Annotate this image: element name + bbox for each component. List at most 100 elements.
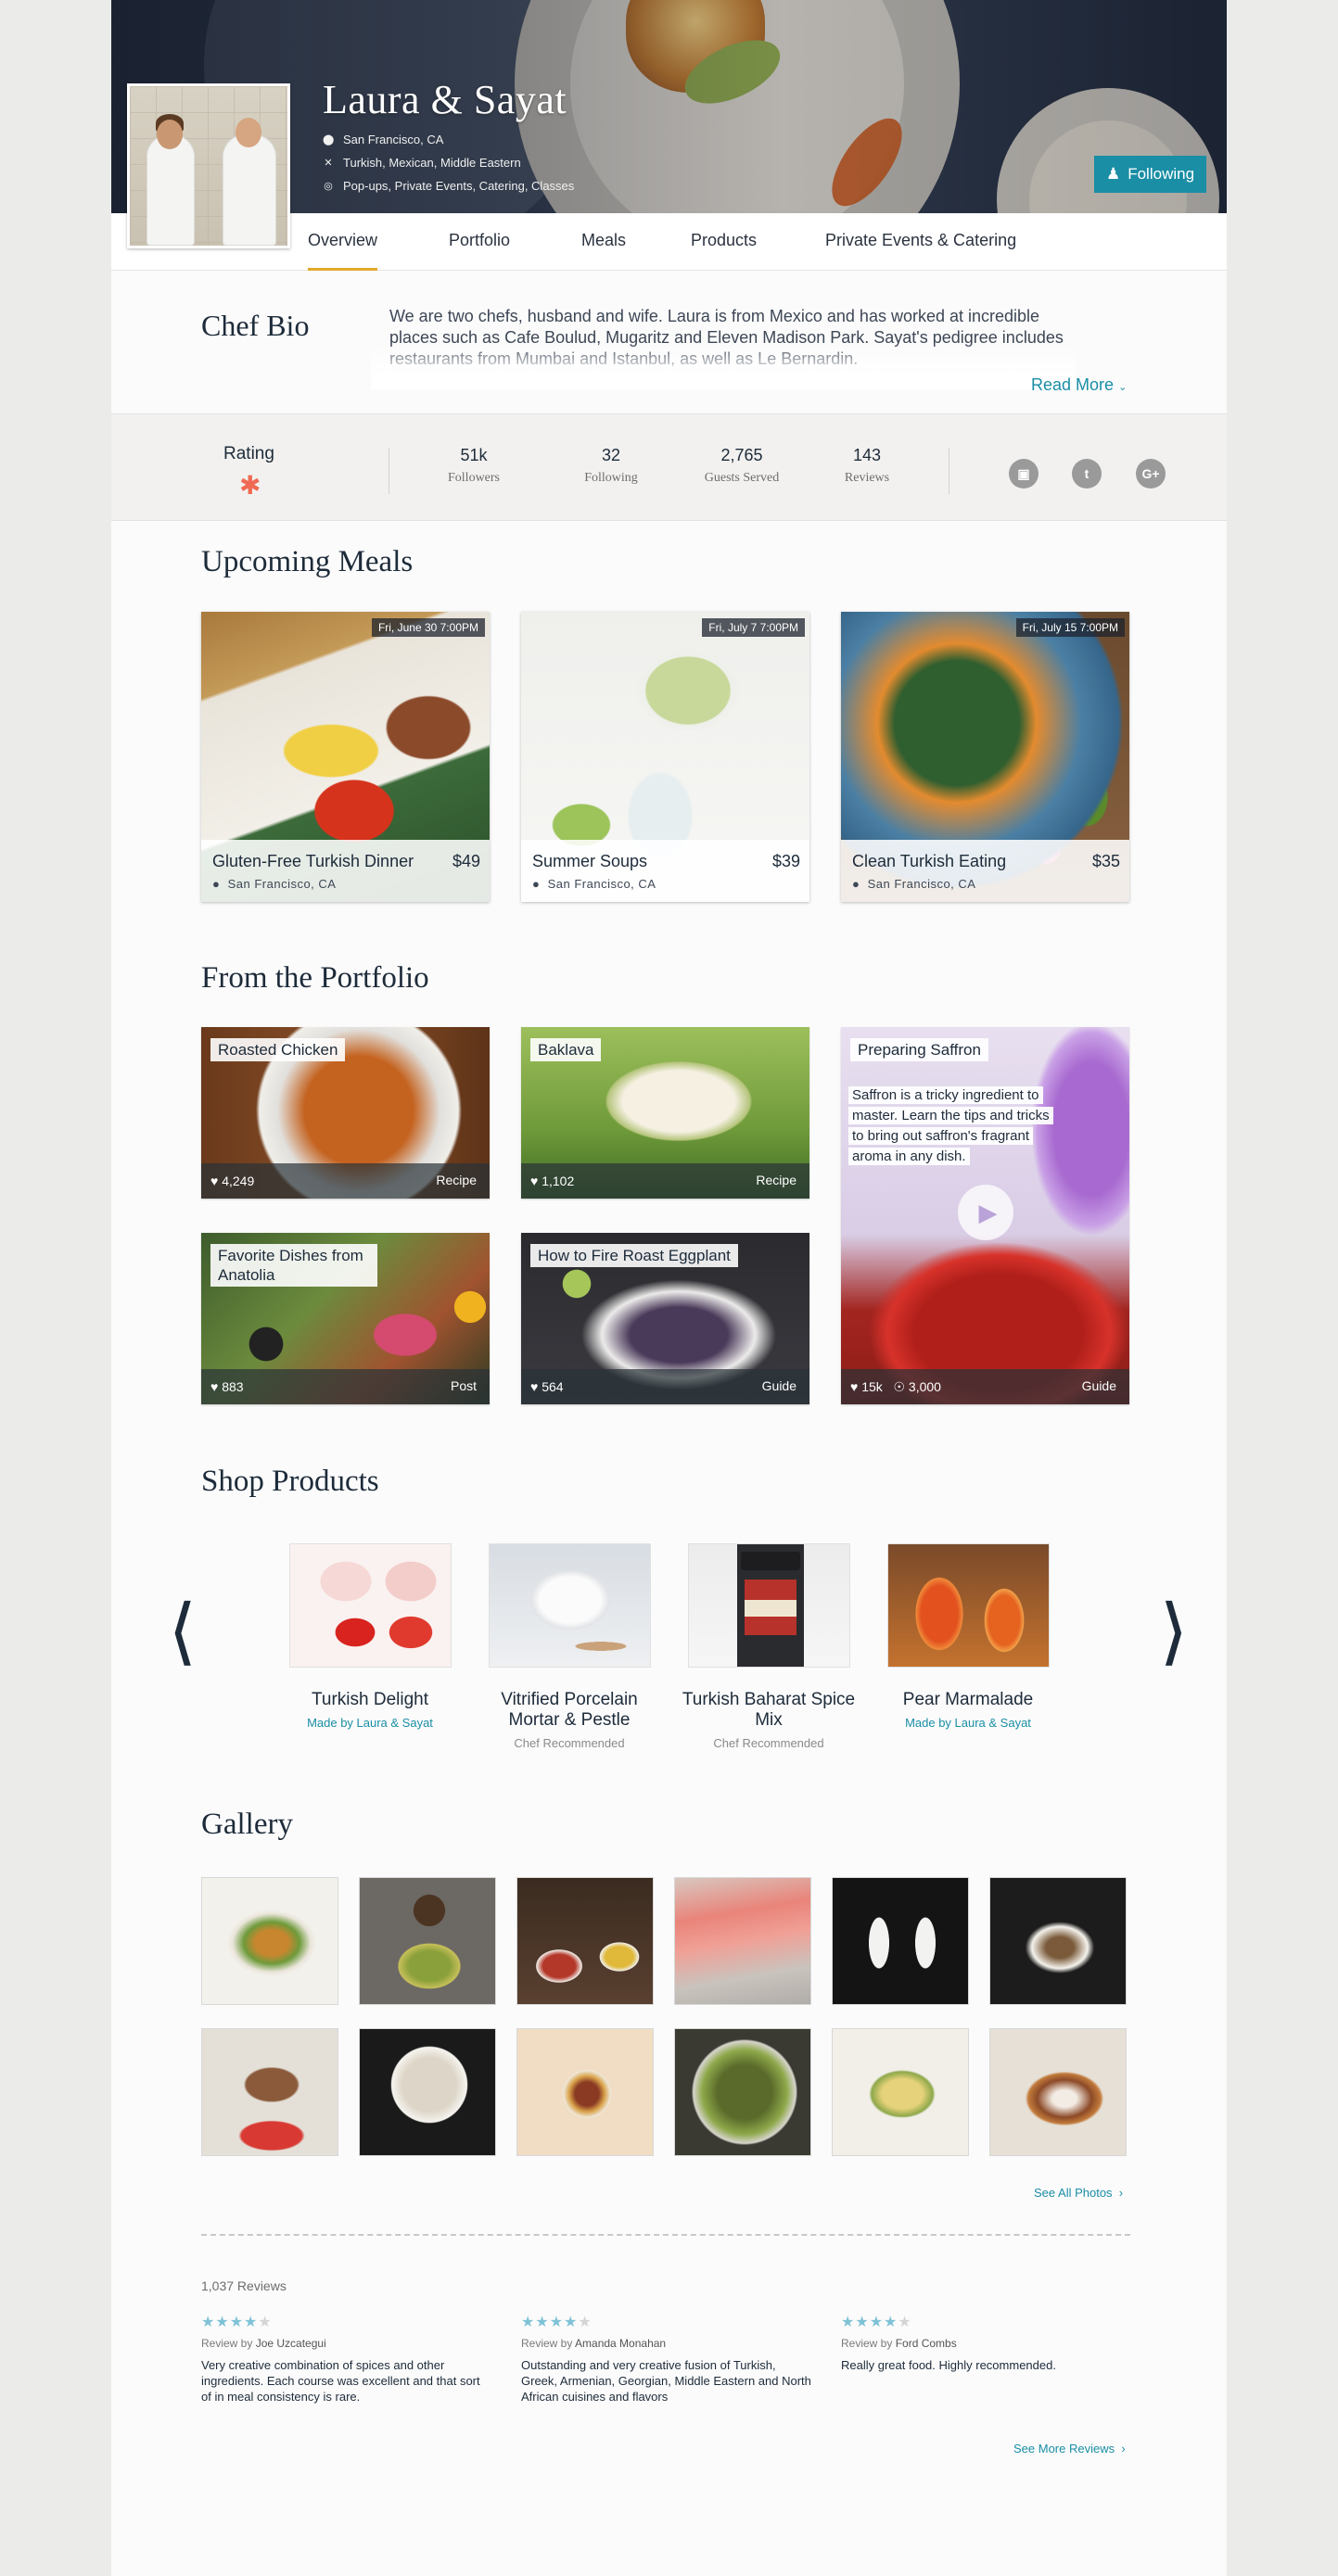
meal-price: $49 [452,852,480,870]
meal-date: Fri, July 7 7:00PM [702,618,805,637]
portfolio-card-title: Baklava [530,1038,602,1061]
read-more-link[interactable]: Read More ⌄ [1031,375,1127,395]
review-by-prefix: Review by [521,2337,573,2350]
tab-products[interactable]: Products [691,213,757,271]
heart-icon: ♥ [210,1379,219,1394]
chef-avatar[interactable] [127,83,290,248]
see-more-label: See More Reviews [1013,2442,1115,2455]
meal-location: San Francisco, CA [867,877,976,891]
gallery-photo[interactable] [516,2028,654,2156]
gallery-photo[interactable] [832,2028,969,2156]
see-all-photos-link[interactable]: See All Photos › [1034,2186,1123,2200]
play-icon[interactable]: ▶ [958,1185,1013,1240]
portfolio-card[interactable]: How to Fire Roast Eggplant ♥ 564 Guide [521,1233,809,1404]
portfolio-card-title: Favorite Dishes from Anatolia [210,1244,377,1287]
review-author[interactable]: Joe Uzcategui [256,2337,326,2350]
review-by-prefix: Review by [841,2337,893,2350]
review-author[interactable]: Ford Combs [896,2337,957,2350]
gallery-photo[interactable] [359,1877,496,2005]
review-text: Very creative combination of spices and … [201,2358,480,2404]
likes-count: 883 [222,1379,244,1394]
tab-overview[interactable]: Overview [308,213,378,271]
gallery-photo[interactable] [359,2028,496,2156]
product-name: Vitrified Porcelain Mortar & Pestle [501,1690,638,1730]
stat-value: 143 [852,446,882,464]
product-card[interactable]: Turkish Delight Made by Laura & Sayat [277,1543,463,1730]
gallery-photo[interactable] [674,2028,811,2156]
stat-label: Reviews [844,471,890,485]
following-button[interactable]: ♟ Following [1094,156,1206,193]
stat-followers[interactable]: 51k Followers [418,446,529,486]
carousel-prev-arrow-icon[interactable]: ❮ [171,1590,195,1666]
meal-price: $39 [771,852,800,870]
portfolio-card-type: Guide [761,1378,796,1393]
product-card[interactable]: Pear Marmalade Made by Laura & Sayat [875,1543,1061,1730]
chevron-right-icon: › [1117,2442,1126,2455]
portfolio-card-title: How to Fire Roast Eggplant [530,1244,738,1267]
star-rating: ★★★★★ [841,2315,912,2330]
meal-card[interactable]: Fri, July 7 7:00PM Summer Soups $39 ● Sa… [521,612,809,902]
meal-price: $35 [1091,852,1120,870]
product-badge: Chef Recommended [514,1736,625,1750]
gallery-photo[interactable] [989,2028,1127,2156]
instagram-icon[interactable]: ▣ [1009,459,1039,489]
stats-bar: Rating ✱ 51k Followers 32 Following 2,76… [111,413,1227,521]
stat-following[interactable]: 32 Following [555,446,667,486]
likes-count: 4,249 [222,1174,255,1188]
heart-icon: ♥ [530,1379,539,1394]
location-pin-icon: ● [532,877,541,891]
product-image [488,1543,651,1668]
section-divider [201,2234,1130,2236]
product-card[interactable]: Vitrified Porcelain Mortar & Pestle Chef… [477,1543,662,1750]
likes-count: 15k [861,1379,883,1394]
review-author[interactable]: Amanda Monahan [575,2337,666,2350]
meal-card[interactable]: Fri, July 15 7:00PM Clean Turkish Eating… [841,612,1129,902]
tab-portfolio[interactable]: Portfolio [449,213,510,271]
gallery-title: Gallery [201,1808,293,1841]
stat-label: Guests Served [704,471,780,485]
product-image [687,1543,850,1668]
stat-value: 51k [460,446,488,464]
gallery-photo[interactable] [989,1877,1127,2005]
gallery-photo[interactable] [201,2028,338,2156]
portfolio-card-title: Roasted Chicken [210,1038,346,1061]
portfolio-card-description: Saffron is a tricky ingredient to master… [848,1085,1057,1167]
shop-products-title: Shop Products [201,1465,379,1498]
product-card[interactable]: Turkish Baharat Spice Mix Chef Recommend… [676,1543,861,1750]
gallery-photo[interactable] [674,1877,811,2005]
views-count: 3,000 [908,1379,941,1394]
gallery-photo[interactable] [516,1877,654,2005]
product-name: Turkish Delight [311,1690,428,1709]
portfolio-card-type: Recipe [436,1173,477,1187]
cuisines-text: Turkish, Mexican, Middle Eastern [343,156,521,170]
stat-reviews[interactable]: 143 Reviews [811,446,923,486]
see-all-label: See All Photos [1034,2186,1113,2200]
location-text: San Francisco, CA [343,133,444,146]
services-icon: ◎ [324,181,333,192]
portfolio-card[interactable]: Baklava ♥ 1,102 Recipe [521,1027,809,1199]
portfolio-card[interactable]: Roasted Chicken ♥ 4,249 Recipe [201,1027,490,1199]
gallery-photo[interactable] [201,1877,338,2005]
portfolio-card[interactable]: Favorite Dishes from Anatolia ♥ 883 Post [201,1233,490,1404]
google-plus-icon[interactable]: G+ [1136,459,1166,489]
tab-meals[interactable]: Meals [581,213,626,271]
read-more-label: Read More [1031,375,1115,394]
tab-private-events[interactable]: Private Events & Catering [825,213,1016,271]
chevron-right-icon: › [1115,2186,1124,2200]
product-name: Turkish Baharat Spice Mix [682,1690,856,1730]
chef-profile-page: Laura & Sayat ⬤ San Francisco, CA ✕ Turk… [111,0,1227,2576]
product-name: Pear Marmalade [902,1690,1034,1709]
product-image [288,1543,452,1668]
meal-date: Fri, June 30 7:00PM [371,618,485,637]
review-item: ★★★★★ Review by Joe Uzcategui Very creat… [201,2313,493,2405]
see-more-reviews-link[interactable]: See More Reviews › [1013,2442,1126,2455]
meal-card[interactable]: Fri, June 30 7:00PM Gluten-Free Turkish … [201,612,490,902]
portfolio-card-featured[interactable]: Preparing Saffron Saffron is a tricky in… [841,1027,1129,1404]
stat-value: 32 [601,446,621,464]
carousel-next-arrow-icon[interactable]: ❯ [1161,1590,1185,1666]
upcoming-meals-title: Upcoming Meals [201,545,414,578]
stat-label: Following [584,471,638,485]
meal-location: San Francisco, CA [547,877,656,891]
twitter-icon[interactable]: t [1072,459,1102,489]
gallery-photo[interactable] [832,1877,969,2005]
